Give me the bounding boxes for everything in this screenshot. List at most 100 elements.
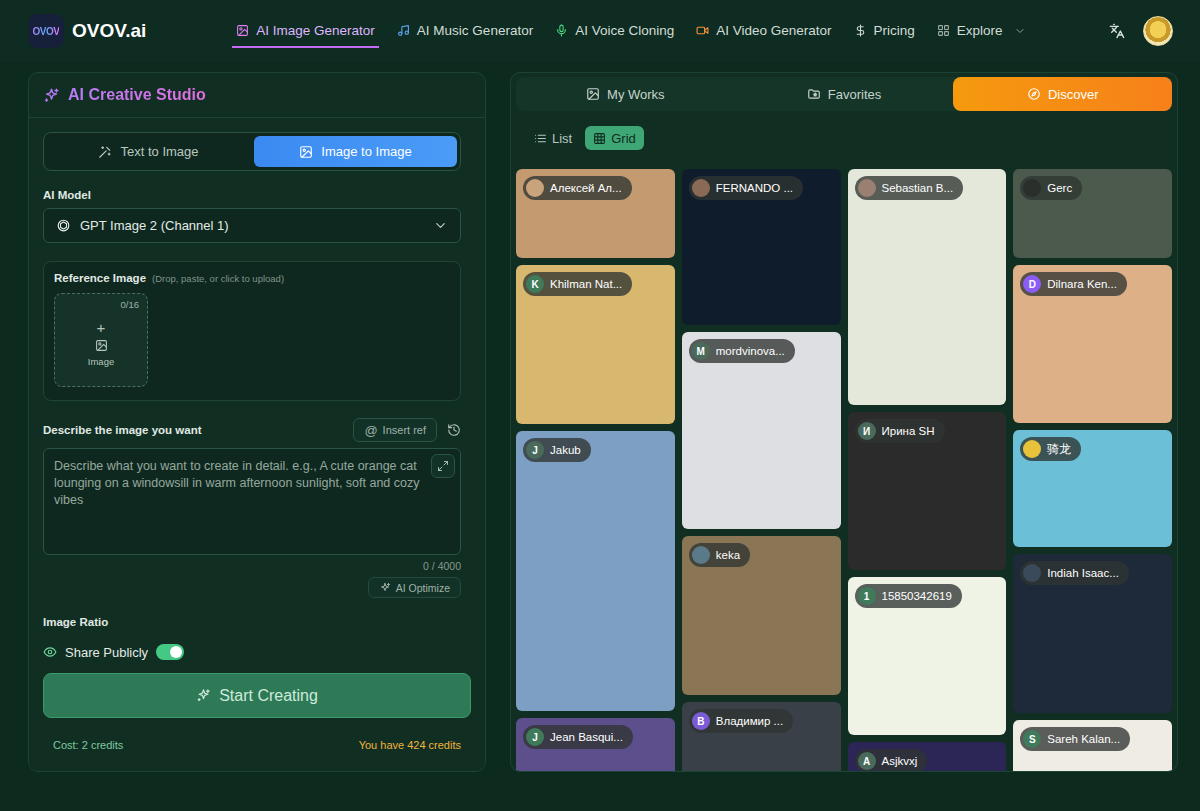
microphone-icon [555,24,568,37]
author-avatar [692,546,710,564]
upload-label: Image [88,356,114,367]
sparkle-icon [43,87,60,104]
creative-studio-panel: AI Creative Studio Text to Image Image to … [28,72,486,772]
author-badge[interactable]: ИИрина SH [855,419,945,443]
author-badge[interactable]: keka [689,543,750,567]
author-avatar: J [526,728,544,746]
model-select[interactable]: GPT Image 2 (Channel 1) [43,208,461,243]
author-badge[interactable]: JJakub [523,438,591,462]
history-button[interactable] [447,423,461,437]
gallery-card[interactable]: ИИрина SH [848,412,1007,570]
author-badge[interactable]: 115850342619 [855,584,962,608]
author-badge[interactable]: FERNANDO ... [689,176,803,200]
nav-item-label: Explore [957,23,1003,38]
nav-item[interactable]: AI Voice Cloning [551,14,678,48]
nav-item[interactable]: AI Music Generator [393,14,537,48]
author-avatar [1023,179,1041,197]
gallery-card[interactable]: Алексей Ал... [516,169,675,258]
author-badge[interactable]: AAsjkvxj [855,749,928,771]
nav-item[interactable]: AI Image Generator [232,14,379,48]
mode-tabs: Text to Image Image to Image [43,132,461,171]
gallery-card[interactable]: JJakub [516,431,675,711]
gallery-card[interactable]: FERNANDO ... [682,169,841,325]
author-avatar: 1 [858,587,876,605]
mode-tab[interactable]: Image to Image [254,136,457,167]
prompt-counter: 0 / 4000 [43,560,461,572]
gallery-card[interactable]: ВВладимир ... [682,702,841,771]
nav-item-icon [854,24,867,37]
upload-tile[interactable]: 0/16+Image [54,293,148,387]
app-root: OVOV OVOV.ai AI Image Generator AI Music Ge… [0,0,1200,811]
gallery-tabs: My Works Favorites Discover [516,77,1172,111]
gallery-card[interactable]: JJean Basqui... [516,718,675,771]
gallery-column: Алексей Ал...KKhilman Nat...JJakubJJean … [516,169,675,771]
author-badge[interactable]: Indiah Isaac... [1020,561,1129,585]
author-badge[interactable]: Mmordvinova... [689,339,795,363]
grid-icon [593,132,606,145]
chevron-down-icon [1014,25,1026,37]
gallery-tab[interactable]: Favorites [735,77,954,111]
author-badge[interactable]: DDilnara Ken... [1020,272,1127,296]
gallery-tab[interactable]: My Works [516,77,735,111]
user-avatar[interactable] [1143,16,1173,46]
nav-item[interactable]: Pricing [850,14,919,48]
author-badge[interactable]: SSareh Kalan... [1020,727,1130,751]
gallery-tab[interactable]: Discover [953,77,1172,111]
nav-item[interactable]: AI Video Generator [692,14,835,48]
start-creating-button[interactable]: Start Creating [43,673,471,718]
gallery-card[interactable]: keka [682,536,841,695]
brand-logo[interactable]: OVOV OVOV.ai [28,14,146,48]
author-avatar [692,179,710,197]
author-name: Владимир ... [716,715,783,727]
author-name: Jakub [550,444,581,456]
author-badge[interactable]: Gerc [1020,176,1082,200]
workspace: AI Creative Studio Text to Image Image to … [0,62,1200,811]
gallery-card[interactable]: Mmordvinova... [682,332,841,529]
author-name: Gerc [1047,182,1072,194]
author-name: keka [716,549,740,561]
gallery-card[interactable]: AAsjkvxj [848,742,1007,771]
author-badge[interactable]: Алексей Ал... [523,176,632,200]
nav-item-label: AI Music Generator [417,23,533,38]
author-badge[interactable]: Sebastian B... [855,176,964,200]
author-badge[interactable]: ВВладимир ... [689,709,793,733]
author-name: FERNANDO ... [716,182,793,194]
author-badge[interactable]: KKhilman Nat... [523,272,632,296]
share-toggle[interactable] [156,644,184,660]
nav-item[interactable]: Explore [933,14,1030,48]
author-avatar: D [1023,275,1041,293]
gallery-card[interactable]: Indiah Isaac... [1013,554,1172,713]
nav-item-icon [696,24,709,37]
insert-ref-button[interactable]: @Insert ref [353,418,437,442]
ai-optimize-button[interactable]: AI Optimize [368,577,461,598]
mode-tab[interactable]: Text to Image [47,136,250,167]
gallery-card[interactable]: Gerc [1013,169,1172,258]
nav-item-icon [397,24,410,37]
gallery-card[interactable]: Sebastian B... [848,169,1007,405]
view-option[interactable]: List [526,126,580,150]
gallery-card[interactable]: SSareh Kalan... [1013,720,1172,771]
prompt-textarea[interactable] [43,448,461,555]
gallery-card[interactable]: 115850342619 [848,577,1007,735]
author-badge[interactable]: JJean Basqui... [523,725,633,749]
image-icon [236,24,249,37]
gallery-card[interactable]: DDilnara Ken... [1013,265,1172,423]
nav-item-label: Pricing [874,23,915,38]
language-button[interactable] [1109,23,1125,39]
author-name: 骑龙 [1047,442,1071,457]
studio-header: AI Creative Studio [29,73,485,118]
gallery-tab-label: Favorites [828,87,881,102]
gallery-card[interactable]: 骑龙 [1013,430,1172,547]
mode-tab-label: Text to Image [120,144,198,159]
nav-item-icon [236,24,249,37]
cost-text: Cost: 2 credits [53,739,123,751]
gallery-card[interactable]: KKhilman Nat... [516,265,675,424]
at-sign-icon: @ [364,423,377,438]
logo-text: OVOV.ai [72,20,146,42]
view-option[interactable]: Grid [585,126,644,150]
author-badge[interactable]: 骑龙 [1020,437,1081,461]
gallery-column: Sebastian B... ИИрина SH 115850342619 AAsjk… [848,169,1007,771]
compass-icon [1027,87,1041,101]
expand-button[interactable] [431,454,455,478]
logo-mark-icon[interactable]: OVOV [28,14,64,48]
